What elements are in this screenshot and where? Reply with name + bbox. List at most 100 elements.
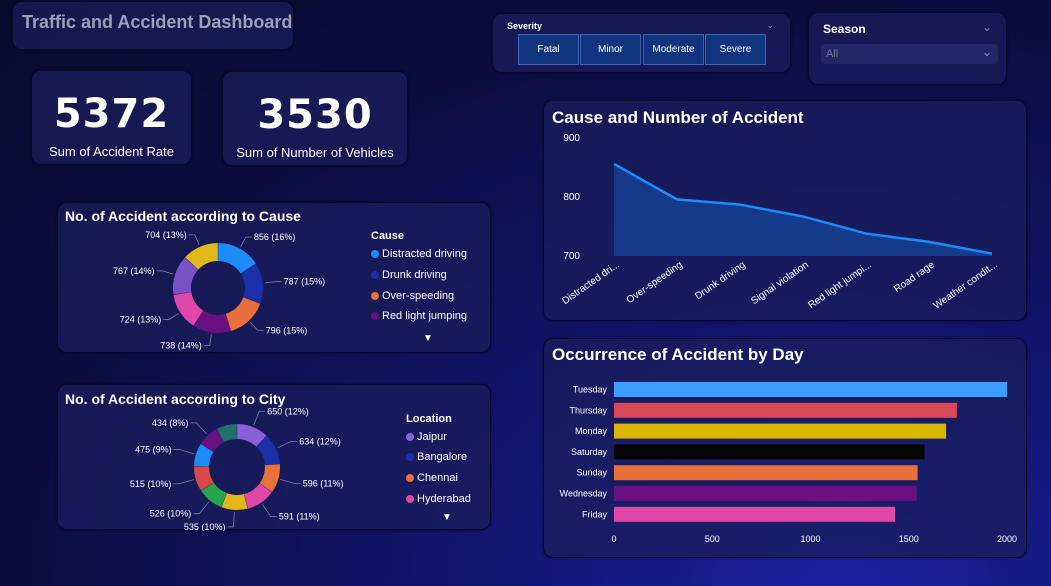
bar-y-tick-label: Saturday — [571, 447, 608, 457]
cause-line-panel: Cause and Number of Accident 700 800 900 Di… — [543, 100, 1027, 321]
kpi-accident-rate-value: 5372 — [53, 91, 170, 137]
cause-donut-panel: No. of Accident according to Cause 856 (… — [57, 202, 491, 353]
season-dropdown[interactable]: All ⌄ — [821, 44, 998, 64]
day-bar-chart: Tuesday Thursday Monday Saturday Sunday Wedne… — [560, 382, 1017, 544]
chevron-down-icon[interactable]: ⌄ — [982, 20, 992, 34]
city-donut-data-label: 596 (11%) — [303, 478, 344, 488]
severity-slicer: Severity ⌄ Fatal Minor Moderate Severe — [492, 13, 791, 73]
city-donut-leader-line — [193, 501, 210, 515]
city-legend-label: Chennai — [417, 472, 458, 484]
legend-dot-icon — [371, 292, 379, 300]
legend-dot-icon — [406, 453, 414, 461]
severity-option-severe[interactable]: Severe — [705, 34, 766, 65]
kpi-vehicles-card[interactable]: 3530 Sum of Number of Vehicles — [222, 71, 408, 166]
kpi-vehicles-label: Sum of Number of Vehicles — [236, 145, 394, 160]
day-bar[interactable] — [614, 486, 917, 501]
city-legend-item[interactable]: Jaipur — [406, 431, 447, 443]
city-donut-data-label: 434 (8%) — [152, 418, 189, 428]
day-bar[interactable] — [614, 506, 895, 522]
caret-down-icon[interactable]: ▼ — [423, 333, 433, 344]
city-donut-data-label: 535 (10%) — [184, 522, 226, 531]
cause-donut-data-label: 796 (15%) — [266, 325, 308, 335]
city-donut-leader-line — [190, 422, 207, 435]
city-donut-leader-line — [227, 511, 235, 528]
kpi-vehicles-value: 3530 — [257, 92, 373, 138]
cause-donut-leader-line — [264, 281, 282, 284]
city-donut-data-label: 650 (12%) — [267, 406, 309, 416]
cause-donut-leader-line — [249, 321, 264, 331]
line-y-tick-label: 700 — [563, 251, 580, 262]
city-donut-leader-line — [173, 449, 195, 455]
line-x-tick-label: Weather condit... — [932, 259, 1000, 311]
caret-down-icon[interactable]: ▼ — [442, 512, 452, 523]
city-donut-chart: 650 (12%) 634 (12%) 596 (11%) 591 (11%) 535 … — [130, 406, 344, 531]
day-bar[interactable] — [614, 465, 918, 481]
bar-y-tick-label: Thursday — [569, 405, 607, 415]
cause-legend-item[interactable]: Red light jumping — [371, 310, 467, 322]
city-donut-data-label: 515 (10%) — [130, 479, 172, 489]
cause-donut-leader-line — [240, 236, 252, 247]
bar-y-tick-label: Sunday — [576, 468, 607, 478]
cause-legend-label: Drunk driving — [382, 269, 447, 281]
city-legend-item[interactable]: Chennai — [406, 472, 458, 484]
city-legend-item[interactable]: Hyderabad — [406, 493, 471, 505]
legend-dot-icon — [371, 271, 379, 279]
line-y-tick-label: 900 — [563, 133, 580, 144]
cause-legend-item[interactable]: Drunk driving — [371, 269, 447, 281]
day-bar-panel: Occurrence of Accident by Day Tuesday Thu… — [543, 338, 1027, 558]
bar-y-tick-label: Wednesday — [560, 489, 608, 499]
kpi-accident-rate-card[interactable]: 5372 Sum of Accident Rate — [31, 70, 192, 165]
cause-donut-slice[interactable] — [225, 297, 261, 332]
city-donut-leader-line — [277, 441, 298, 449]
day-bar[interactable] — [614, 444, 925, 460]
cause-donut-data-label: 738 (14%) — [160, 340, 202, 350]
line-x-tick-label: Red light jumpi... — [806, 259, 873, 311]
bar-x-tick-label: 0 — [611, 534, 616, 544]
line-x-tick-label: Drunk driving — [693, 259, 748, 302]
city-donut-data-label: 634 (12%) — [299, 436, 341, 446]
chevron-down-icon[interactable]: ⌄ — [766, 20, 774, 31]
cause-legend-label: Red light jumping — [382, 310, 467, 322]
cause-legend-label: Distracted driving — [382, 248, 467, 260]
bar-y-tick-label: Monday — [575, 426, 608, 436]
city-donut-panel: No. of Accident according to City 650 (1… — [57, 384, 491, 531]
legend-dot-icon — [406, 433, 414, 441]
legend-dot-icon — [406, 474, 414, 482]
kpi-accident-rate-label: Sum of Accident Rate — [48, 144, 174, 159]
cause-donut-chart: 856 (16%) 787 (15%) 796 (15%) 738 (14%) 724 … — [113, 230, 326, 351]
line-x-tick-label: Road rage — [892, 259, 937, 295]
city-legend-label: Bangalore — [417, 451, 468, 463]
season-dropdown-value: All — [826, 48, 839, 60]
bar-x-tick-label: 2000 — [997, 534, 1017, 544]
dashboard-title-box: Traffic and Accident Dashboard — [12, 1, 294, 50]
chevron-down-icon: ⌄ — [981, 45, 992, 59]
cause-donut-leader-line — [156, 270, 174, 275]
line-y-tick-label: 800 — [563, 192, 580, 203]
cause-donut-data-label: 767 (14%) — [113, 266, 155, 276]
bar-y-tick-label: Friday — [582, 509, 608, 519]
cause-legend-item[interactable]: Over-speeding — [371, 290, 454, 302]
day-bar[interactable] — [614, 423, 947, 439]
cause-donut-data-label: 724 (13%) — [120, 314, 162, 324]
cause-legend-item[interactable]: Distracted driving — [371, 248, 467, 260]
line-x-tick-label: Over-speeding — [625, 259, 685, 306]
city-legend-item[interactable]: Bangalore — [406, 451, 467, 463]
day-bar[interactable] — [614, 382, 1007, 397]
cause-donut-data-label: 856 (16%) — [254, 232, 296, 242]
severity-option-fatal[interactable]: Fatal — [518, 34, 579, 65]
line-x-tick-label: Distracted dri... — [560, 259, 621, 307]
city-donut-leader-line — [280, 478, 301, 484]
bar-x-tick-label: 1500 — [899, 534, 919, 544]
cause-donut-data-label: 704 (13%) — [145, 230, 187, 240]
city-donut-leader-line — [262, 503, 277, 517]
cause-line-chart: 700 800 900 Distracted dri... Over-speeding D… — [560, 133, 1000, 312]
city-donut-data-label: 475 (9%) — [135, 445, 172, 455]
severity-option-moderate[interactable]: Moderate — [643, 34, 704, 65]
severity-option-minor[interactable]: Minor — [580, 34, 641, 65]
legend-dot-icon — [406, 495, 414, 503]
bar-y-tick-label: Tuesday — [573, 385, 608, 395]
cause-legend-title: Cause — [371, 230, 405, 242]
day-bar[interactable] — [614, 402, 957, 418]
legend-dot-icon — [371, 250, 379, 258]
cause-donut-data-label: 787 (15%) — [284, 277, 326, 287]
